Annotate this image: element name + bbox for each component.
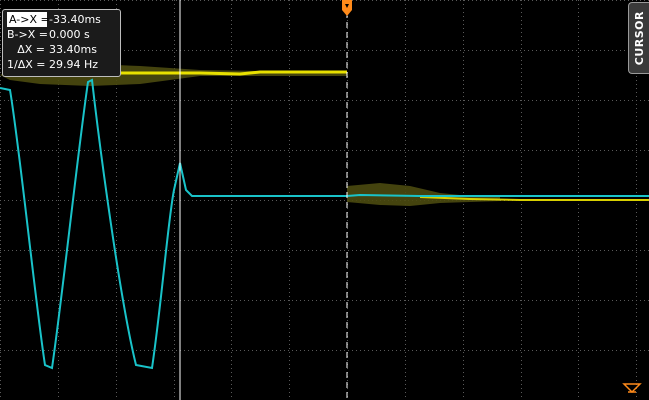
cursor-tab-label: CURSOR	[632, 10, 646, 66]
oscilloscope-screen: A->X = -33.40ms B->X = 0.000 s ΔX = 33.4…	[0, 0, 649, 400]
trigger-position-marker-icon[interactable]	[342, 0, 352, 16]
readout-value: 0.000 s	[49, 28, 90, 41]
readout-label: 1/ΔX =	[7, 58, 46, 71]
readout-row-a: A->X = -33.40ms	[7, 12, 120, 27]
cursor-menu-tab[interactable]: CURSOR	[628, 2, 649, 74]
readout-label: B->X =	[7, 28, 48, 41]
cursor-readout-panel: A->X = -33.40ms B->X = 0.000 s ΔX = 33.4…	[2, 9, 121, 77]
readout-value: 29.94 Hz	[49, 58, 99, 71]
readout-row-b: B->X = 0.000 s	[7, 27, 120, 42]
readout-row-freq: 1/ΔX = 29.94 Hz	[7, 57, 120, 72]
readout-row-delta: ΔX = 33.40ms	[7, 42, 120, 57]
trigger-level-marker-icon[interactable]	[622, 383, 642, 394]
readout-value: -33.40ms	[49, 13, 101, 26]
readout-value: 33.40ms	[49, 43, 97, 56]
readout-label[interactable]: A->X =	[7, 12, 50, 27]
channel2-trace	[0, 78, 649, 370]
readout-label: ΔX =	[17, 43, 45, 56]
